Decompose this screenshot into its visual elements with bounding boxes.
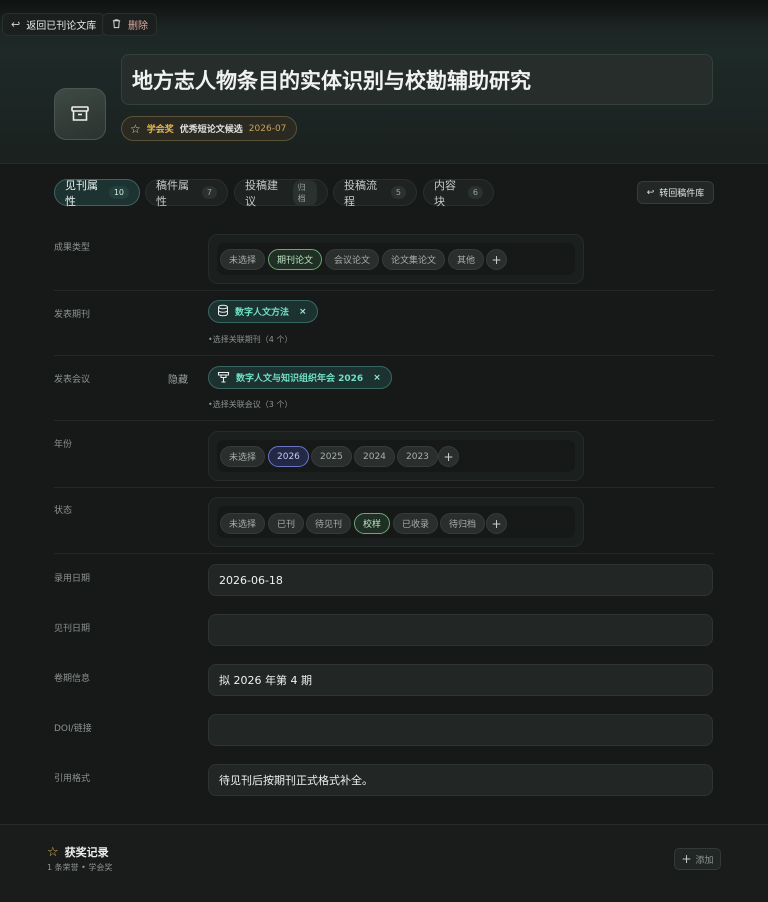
journal-label: 发表期刊	[54, 310, 91, 320]
podium-icon	[217, 370, 230, 386]
tab-submission-process[interactable]: 投稿流程 5	[333, 178, 417, 208]
plus-icon: +	[681, 852, 692, 866]
archive-icon	[54, 88, 106, 140]
status-label: 状态	[54, 506, 73, 516]
status-option-none[interactable]: 未选择	[220, 513, 266, 534]
status-option-proof[interactable]: 校样	[354, 513, 391, 534]
awards-subtitle: 1 条荣誉 • 学会奖	[47, 863, 113, 872]
tab-label: 内容块	[434, 178, 456, 208]
accept-date-label: 录用日期	[54, 574, 91, 584]
back-arrow-icon: ↩	[11, 18, 21, 31]
tab-submission-advice[interactable]: 投稿建议 归档	[234, 178, 328, 208]
awards-section: ☆ 获奖记录 1 条荣誉 • 学会奖 + 添加	[0, 824, 768, 902]
year-option-2024[interactable]: 2024	[354, 446, 395, 467]
status-add-option-button[interactable]: +	[486, 513, 507, 534]
add-award-label: 添加	[695, 855, 714, 866]
year-add-option-button[interactable]: +	[438, 446, 459, 467]
tab-label: 投稿建议	[245, 178, 278, 208]
tab-content-blocks[interactable]: 内容块 6	[423, 178, 494, 208]
tab-label: 见刊属性	[65, 178, 98, 208]
conference-label: 发表会议	[54, 375, 91, 385]
type-option-journal[interactable]: 期刊论文	[268, 249, 323, 270]
award-date: 2026-07	[248, 123, 287, 134]
tab-label: 稿件属性	[156, 178, 189, 208]
tab-publication-attributes[interactable]: 见刊属性 10	[54, 178, 140, 208]
type-option-proceedings[interactable]: 论文集论文	[382, 249, 446, 270]
volume-label: 卷期信息	[54, 674, 91, 684]
doi-label: DOI/链接	[54, 724, 92, 734]
type-add-option-button[interactable]: +	[486, 249, 507, 270]
database-icon	[217, 304, 229, 320]
type-option-none[interactable]: 未选择	[220, 249, 266, 270]
top-bar: ↩ 返回已刊论文库 删除	[0, 0, 768, 52]
tab-count: 归档	[292, 179, 317, 206]
awards-title-label: 获奖记录	[64, 846, 109, 859]
award-kind: 学会奖	[146, 125, 174, 135]
trash-icon	[111, 18, 122, 32]
journal-hint[interactable]: •选择关联期刊（4 个）	[208, 334, 292, 345]
type-label: 成果类型	[54, 243, 91, 253]
add-award-button[interactable]: + 添加	[674, 848, 721, 870]
back-button-label: 返回已刊论文库	[26, 21, 97, 32]
publish-date-field[interactable]	[208, 614, 713, 646]
back-button[interactable]: ↩ 返回已刊论文库	[2, 13, 106, 36]
tab-manuscript-attributes[interactable]: 稿件属性 7	[145, 178, 228, 208]
status-option-published[interactable]: 已刊	[268, 513, 305, 534]
tab-label: 投稿流程	[344, 178, 377, 208]
hide-toggle[interactable]: 隐藏	[168, 371, 188, 386]
paper-title-input[interactable]: 地方志人物条目的实体识别与校勘辅助研究	[121, 54, 713, 105]
star-icon: ☆	[47, 844, 59, 860]
award-name: 优秀短论文候选	[179, 125, 243, 135]
tab-count: 10	[108, 186, 129, 199]
year-option-2025[interactable]: 2025	[311, 446, 352, 467]
status-option-archive[interactable]: 待归档	[440, 513, 486, 534]
journal-tag[interactable]: 数字人文方法 ×	[208, 300, 318, 323]
status-option-pending[interactable]: 待见刊	[306, 513, 352, 534]
publish-date-label: 见刊日期	[54, 624, 91, 634]
tab-count: 7	[201, 186, 217, 199]
paper-header: 地方志人物条目的实体识别与校勘辅助研究 ☆ 学会奖 优秀短论文候选 2026-0…	[0, 52, 768, 164]
doi-field[interactable]	[208, 714, 713, 746]
star-icon: ☆	[130, 121, 141, 136]
awards-title: ☆ 获奖记录	[47, 844, 109, 860]
return-arrow-icon: ↩	[646, 187, 655, 198]
remove-journal-icon[interactable]: ×	[299, 307, 307, 317]
year-option-none[interactable]: 未选择	[220, 446, 266, 467]
status-option-indexed[interactable]: 已收录	[393, 513, 439, 534]
tab-count: 5	[390, 186, 406, 199]
citation-label: 引用格式	[54, 774, 91, 784]
tab-count: 6	[467, 186, 483, 199]
award-badge[interactable]: ☆ 学会奖 优秀短论文候选 2026-07	[121, 116, 298, 141]
type-option-conference[interactable]: 会议论文	[325, 249, 380, 270]
remove-conference-icon[interactable]: ×	[373, 373, 381, 383]
year-label: 年份	[54, 440, 73, 450]
year-option-2026[interactable]: 2026	[268, 446, 309, 467]
journal-tag-label: 数字人文方法	[235, 308, 290, 318]
year-option-2023[interactable]: 2023	[397, 446, 438, 467]
conference-tag-label: 数字人文与知识组织年会 2026	[236, 374, 364, 384]
citation-field[interactable]: 待见刊后按期刊正式格式补全。	[208, 764, 713, 796]
type-option-other[interactable]: 其他	[448, 249, 485, 270]
volume-field[interactable]: 拟 2026 年第 4 期	[208, 664, 713, 696]
delete-button-label: 删除	[128, 21, 148, 32]
conference-tag[interactable]: 数字人文与知识组织年会 2026 ×	[208, 366, 392, 389]
return-button-label: 转回稿件库	[659, 189, 705, 199]
return-to-manuscripts-button[interactable]: ↩ 转回稿件库	[637, 181, 714, 204]
accept-date-field[interactable]: 2026-06-18	[208, 564, 713, 596]
conference-hint[interactable]: •选择关联会议（3 个）	[208, 399, 292, 410]
delete-button[interactable]: 删除	[102, 13, 157, 36]
